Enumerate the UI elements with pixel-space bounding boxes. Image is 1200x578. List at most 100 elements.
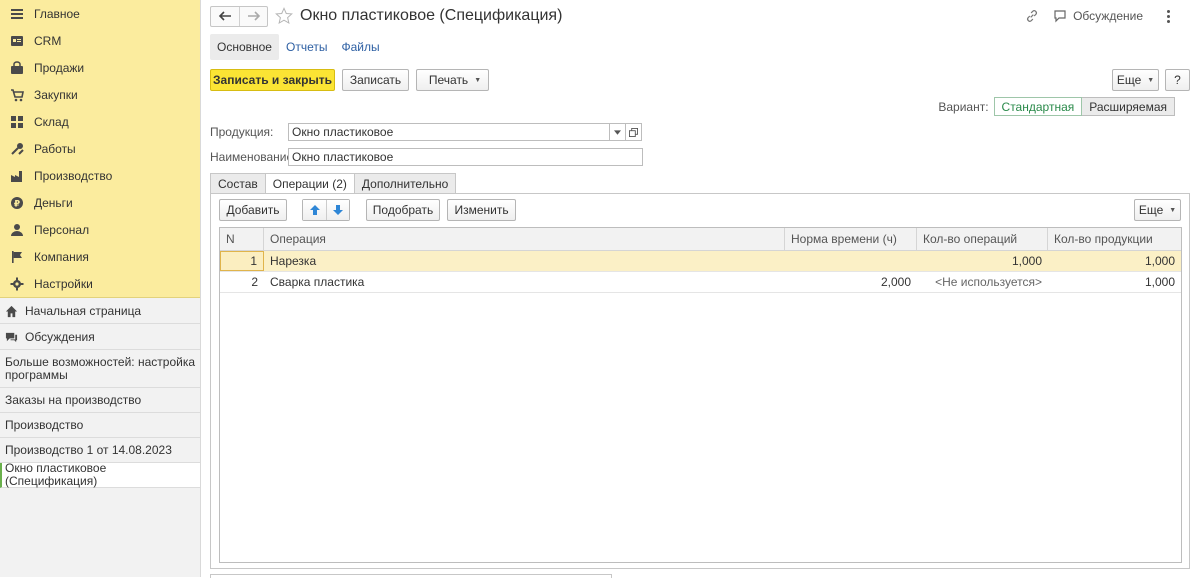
history-item[interactable]: Заказы на производство <box>0 388 200 413</box>
discussions-link[interactable]: Обсуждения <box>0 324 200 350</box>
back-button[interactable] <box>211 7 239 26</box>
edit-button[interactable]: Изменить <box>447 199 516 221</box>
more-label: Еще <box>1116 73 1142 87</box>
arrow-down-icon <box>333 205 343 215</box>
move-up-button[interactable] <box>303 200 326 220</box>
home-link[interactable]: Начальная страница <box>0 298 200 324</box>
print-button[interactable]: Печать ▼ <box>416 69 489 91</box>
product-field-row: Продукция: Окно пластиковое <box>210 123 642 141</box>
nav-item-sales[interactable]: Продажи <box>0 54 200 81</box>
pick-button[interactable]: Подобрать <box>366 199 440 221</box>
chevron-down-icon <box>614 129 621 135</box>
product-count-cell: 1,000 <box>1144 275 1175 289</box>
nav-item-settings[interactable]: Настройки <box>0 270 200 297</box>
name-field-row: Наименование: Окно пластиковое <box>210 148 643 166</box>
history-item[interactable]: Производство 1 от 14.08.2023 <box>0 438 200 463</box>
tab-operations[interactable]: Операции (2) <box>264 173 355 194</box>
crm-icon <box>9 33 25 49</box>
bottom-field-edge <box>210 574 612 578</box>
variant-label: Вариант: <box>938 99 989 114</box>
nav-item-crm[interactable]: CRM <box>0 27 200 54</box>
title-bar: Окно пластиковое (Спецификация) <box>210 5 562 27</box>
name-input[interactable]: Окно пластиковое <box>288 148 643 166</box>
tab-additional[interactable]: Дополнительно <box>353 173 457 194</box>
column-header-op-count[interactable]: Кол-во операций <box>917 228 1048 250</box>
save-and-close-button[interactable]: Записать и закрыть <box>210 69 335 91</box>
history-nav <box>210 5 268 27</box>
column-header-n[interactable]: N <box>220 228 264 250</box>
nav-item-money[interactable]: ₽ Деньги <box>0 189 200 216</box>
tab-files[interactable]: Файлы <box>334 34 386 60</box>
top-right-actions: Обсуждение <box>1024 6 1200 26</box>
nav-item-label: Компания <box>34 249 89 264</box>
purchases-icon <box>9 87 25 103</box>
time-norm-cell: 2,000 <box>880 275 911 289</box>
more-button[interactable]: Еще ▼ <box>1112 69 1159 91</box>
nav-item-label: Деньги <box>34 195 73 210</box>
nav-item-main[interactable]: Главное <box>0 0 200 27</box>
variant-extended-option[interactable]: Расширяемая <box>1082 97 1175 116</box>
link-icon[interactable] <box>1024 8 1040 24</box>
arrow-left-icon <box>218 11 231 21</box>
row-number: 2 <box>251 275 258 289</box>
sidebar: Главное CRM Продажи Закупки Склад Работы… <box>0 0 201 577</box>
nav-item-label: Персонал <box>34 222 90 237</box>
product-dropdown-button[interactable] <box>610 123 626 141</box>
op-count-cell: 1,000 <box>1011 254 1042 268</box>
row-number: 1 <box>220 251 264 271</box>
discussions-label: Обсуждения <box>25 329 95 344</box>
table-row[interactable]: 1 Нарезка 1,000 1,000 <box>220 251 1181 272</box>
table-more-button[interactable]: Еще ▼ <box>1134 199 1181 221</box>
favorite-star-icon[interactable] <box>275 7 293 25</box>
open-window-icon <box>629 127 638 137</box>
product-count-cell: 1,000 <box>1144 254 1175 268</box>
product-open-button[interactable] <box>626 123 642 141</box>
discuss-button[interactable]: Обсуждение <box>1054 9 1143 23</box>
warehouse-icon <box>9 114 25 130</box>
product-label: Продукция: <box>210 125 274 139</box>
discuss-label: Обсуждение <box>1073 9 1143 23</box>
column-header-time-norm[interactable]: Норма времени (ч) <box>785 228 917 250</box>
dropdown-caret-icon: ▼ <box>474 76 482 84</box>
add-button[interactable]: Добавить <box>219 199 287 221</box>
tab-main[interactable]: Основное <box>210 34 279 60</box>
factory-icon <box>9 168 25 184</box>
arrow-right-icon <box>247 11 260 21</box>
tools-icon <box>9 141 25 157</box>
help-button[interactable]: ? <box>1165 69 1190 91</box>
money-icon: ₽ <box>9 195 25 211</box>
history-item[interactable]: Больше возможностей: настройка программы <box>0 350 200 388</box>
nav-item-purchases[interactable]: Закупки <box>0 81 200 108</box>
nav-item-warehouse[interactable]: Склад <box>0 108 200 135</box>
operations-panel: Добавить Подобрать Изменить Еще ▼ N Опер… <box>210 193 1190 569</box>
variant-standard-option[interactable]: Стандартная <box>993 97 1083 116</box>
nav-item-label: Главное <box>34 6 80 21</box>
table-row[interactable]: 2 Сварка пластика 2,000 <Не используется… <box>220 272 1181 293</box>
operations-toolbar: Добавить Подобрать Изменить <box>219 199 516 221</box>
history-item[interactable]: Производство <box>0 413 200 438</box>
nav-item-company[interactable]: Компания <box>0 243 200 270</box>
flag-icon <box>9 249 25 265</box>
tab-reports[interactable]: Отчеты <box>279 34 334 60</box>
name-label: Наименование: <box>210 150 297 164</box>
forward-button[interactable] <box>239 6 267 26</box>
product-input[interactable]: Окно пластиковое <box>288 123 610 141</box>
nav-item-production[interactable]: Производство <box>0 162 200 189</box>
save-button[interactable]: Записать <box>342 69 409 91</box>
nav-item-label: Склад <box>34 114 69 129</box>
tab-composition[interactable]: Состав <box>210 173 266 194</box>
column-header-product-count[interactable]: Кол-во продукции <box>1048 228 1181 250</box>
history-item-current[interactable]: Окно пластиковое (Спецификация) <box>0 462 200 488</box>
nav-item-personnel[interactable]: Персонал <box>0 216 200 243</box>
move-buttons <box>302 199 350 221</box>
time-norm-cell <box>785 251 917 271</box>
column-header-operation[interactable]: Операция <box>264 228 785 250</box>
chat-icon <box>1054 9 1066 22</box>
home-icon <box>5 304 19 318</box>
move-down-button[interactable] <box>326 200 349 220</box>
nav-item-works[interactable]: Работы <box>0 135 200 162</box>
svg-text:₽: ₽ <box>14 199 20 209</box>
nav-item-label: Настройки <box>34 276 93 291</box>
more-actions-icon[interactable] <box>1163 8 1173 24</box>
nav-item-label: CRM <box>34 33 62 48</box>
